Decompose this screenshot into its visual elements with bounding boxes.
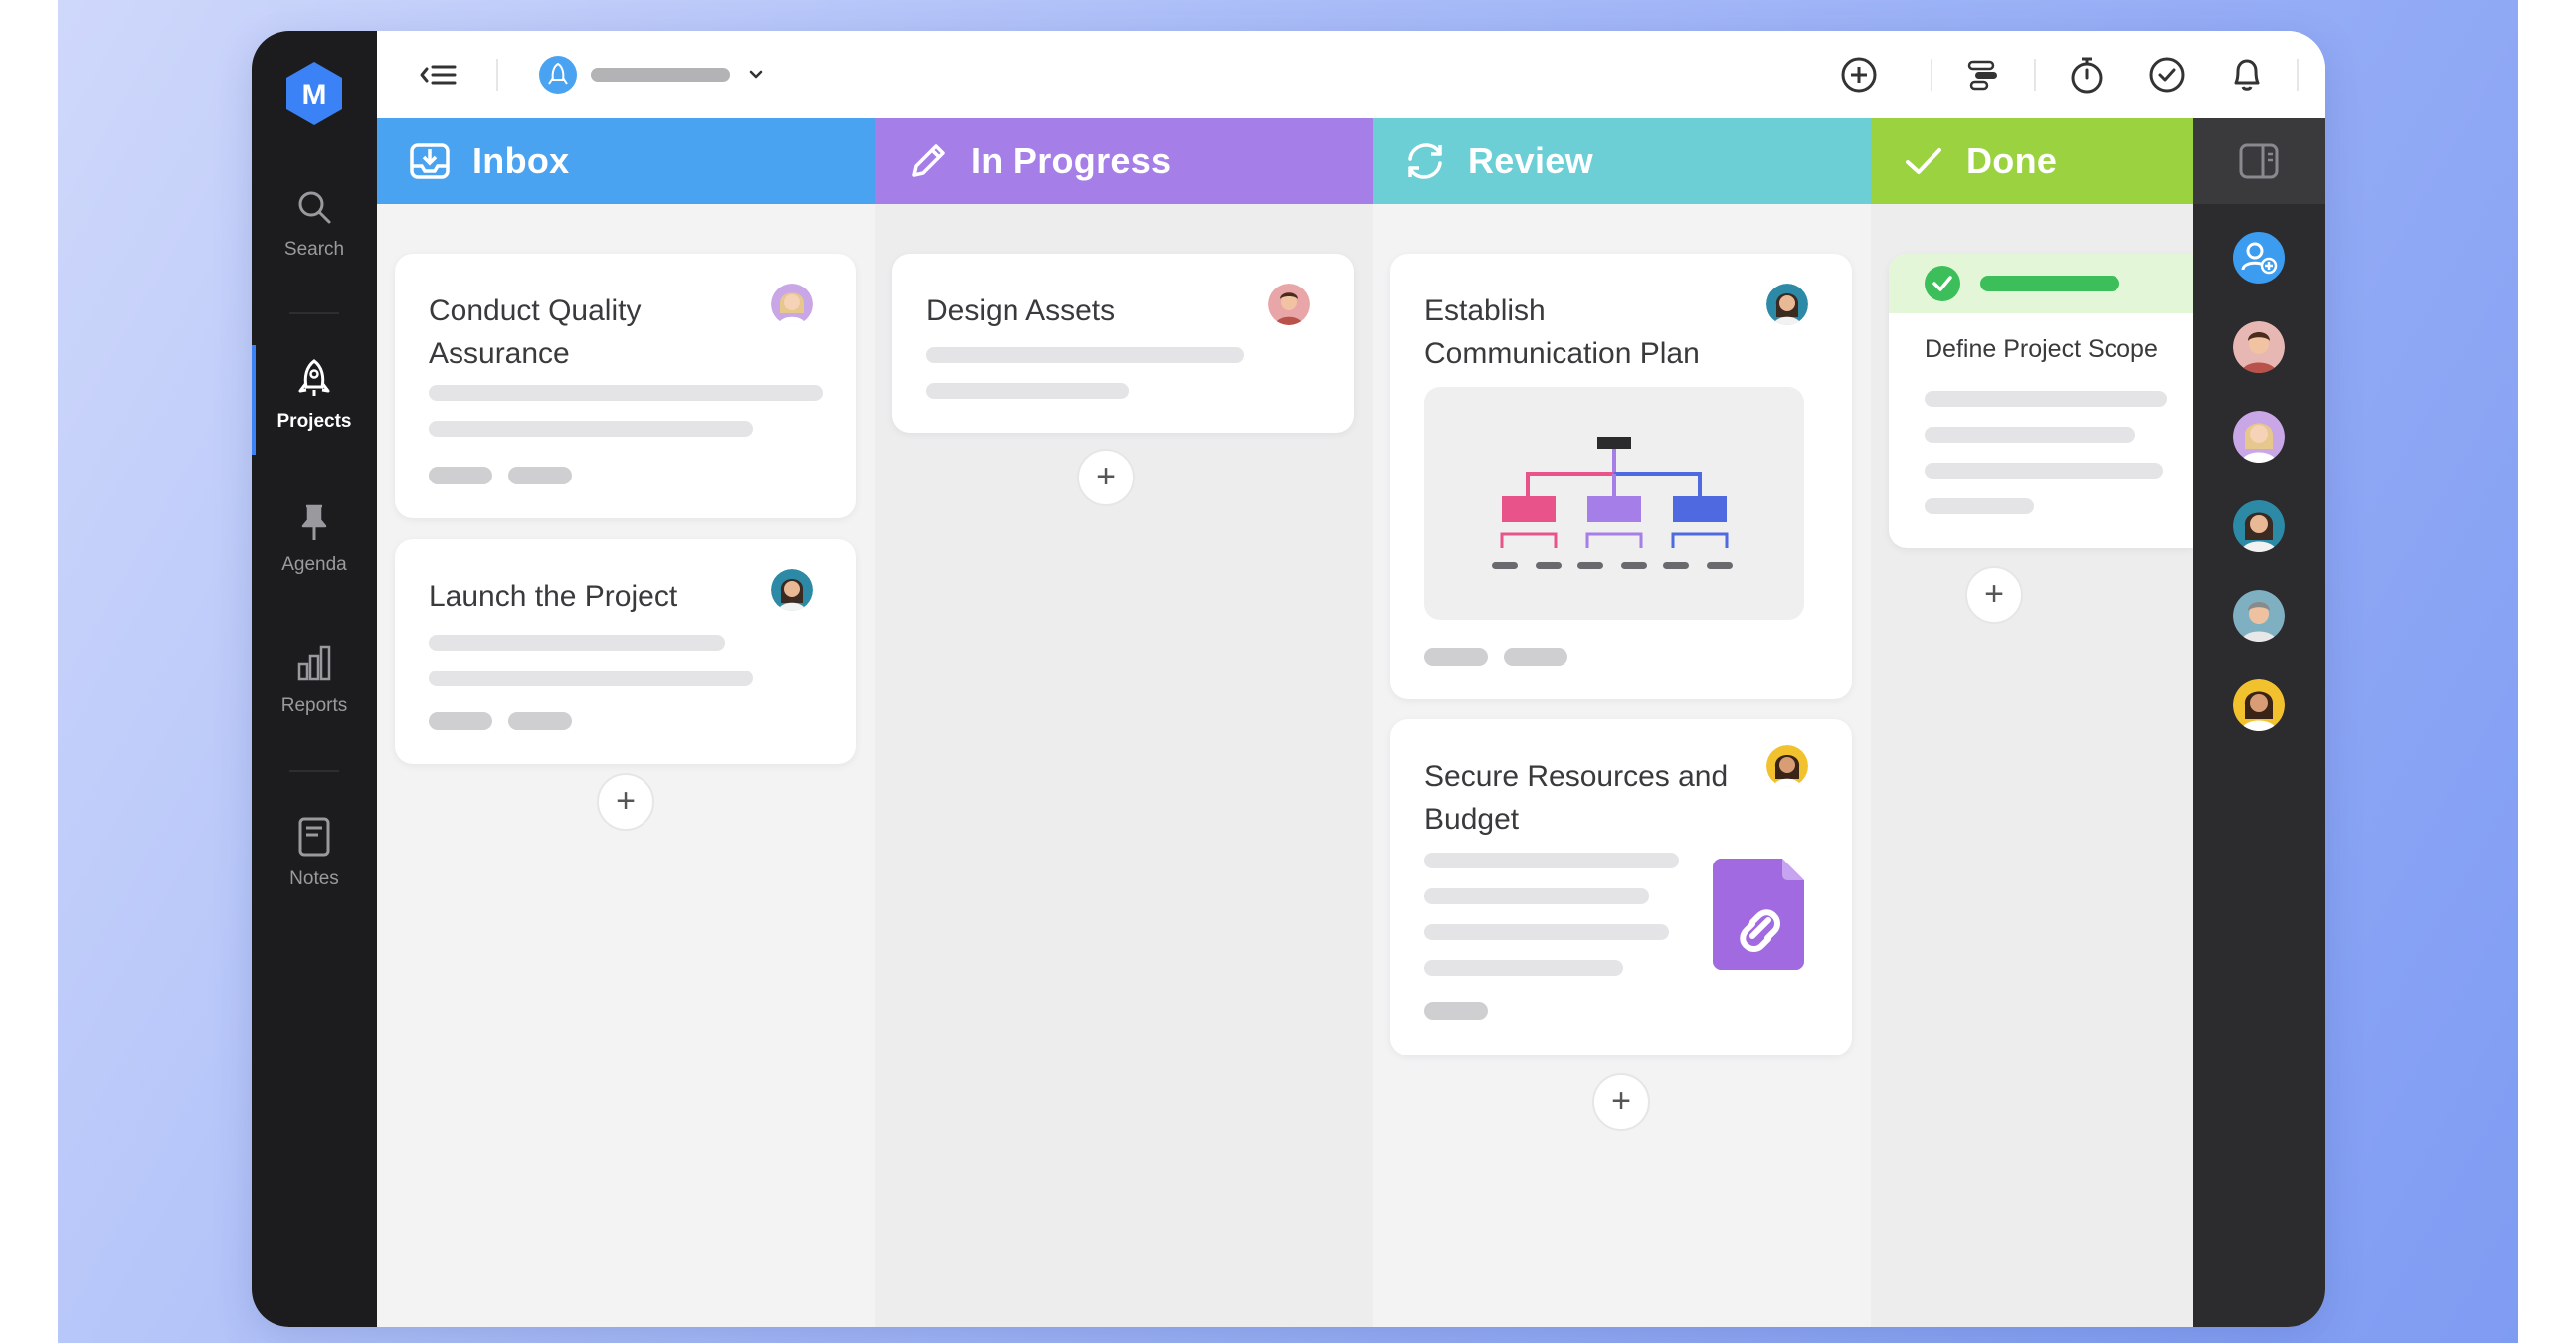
assignee-avatar[interactable] bbox=[771, 569, 813, 611]
toolbar-divider bbox=[496, 59, 498, 91]
bell-icon[interactable] bbox=[2225, 53, 2269, 96]
sidebar-item-label: Reports bbox=[280, 695, 348, 716]
add-card-button[interactable]: + bbox=[1965, 566, 2023, 624]
progress-bar bbox=[1980, 276, 2119, 291]
sidebar-divider bbox=[289, 312, 339, 314]
toolbar-divider bbox=[2297, 59, 2299, 91]
column-header-review[interactable]: Review bbox=[1373, 118, 1871, 204]
project-selector[interactable] bbox=[536, 53, 775, 96]
card-title: Establish Communication Plan bbox=[1424, 294, 1700, 370]
column-done: Define Project Scope + bbox=[1871, 204, 2193, 1327]
check-circle-icon[interactable] bbox=[2145, 53, 2189, 96]
team-member-avatar[interactable] bbox=[2230, 676, 2288, 734]
column-title: Review bbox=[1468, 140, 1593, 181]
collapse-menu-icon[interactable] bbox=[417, 53, 460, 96]
pin-icon bbox=[301, 504, 327, 540]
rocket-icon bbox=[298, 359, 330, 396]
sidebar-item-search[interactable]: Search bbox=[252, 185, 377, 261]
add-user-icon bbox=[2241, 242, 2278, 275]
add-card-button[interactable]: + bbox=[1592, 1073, 1650, 1131]
top-toolbar bbox=[377, 31, 2325, 118]
sidebar-item-label: Search bbox=[283, 239, 345, 260]
check-icon bbox=[1906, 148, 1941, 174]
sidebar-item-label: Notes bbox=[289, 868, 339, 889]
column-header-in-progress[interactable]: In Progress bbox=[875, 118, 1373, 204]
org-chart-preview bbox=[1424, 387, 1804, 620]
card-title: Define Project Scope bbox=[1925, 335, 2158, 363]
left-sidebar: M Search Projects Agenda Reports Notes bbox=[252, 31, 377, 1327]
sidebar-item-label: Agenda bbox=[281, 554, 347, 575]
column-header-done[interactable]: Done bbox=[1871, 118, 2193, 204]
column-header-inbox[interactable]: Inbox bbox=[377, 118, 875, 204]
svg-text:M: M bbox=[302, 79, 327, 111]
assignee-avatar[interactable] bbox=[771, 284, 813, 325]
add-card-button[interactable]: + bbox=[1077, 449, 1135, 506]
task-card-establish-communication-plan[interactable]: Establish Communication Plan bbox=[1390, 254, 1852, 699]
sidebar-divider bbox=[289, 770, 339, 772]
pencil-icon bbox=[912, 144, 945, 177]
task-card-define-project-scope[interactable]: Define Project Scope bbox=[1889, 254, 2193, 548]
sidebar-item-projects[interactable]: Projects bbox=[252, 357, 377, 433]
task-card-secure-resources-and-budget[interactable]: Secure Resources and Budget bbox=[1390, 719, 1852, 1055]
card-title: Conduct Quality Assurance bbox=[429, 294, 642, 370]
search-icon bbox=[298, 191, 331, 224]
add-member-button[interactable] bbox=[2230, 229, 2288, 287]
toolbar-divider bbox=[2034, 59, 2036, 91]
add-card-button[interactable]: + bbox=[597, 773, 654, 831]
column-title: Inbox bbox=[472, 140, 570, 181]
card-title: Launch the Project bbox=[429, 580, 678, 613]
sidebar-item-label: Projects bbox=[276, 411, 352, 432]
chevron-down-icon bbox=[749, 70, 763, 79]
completed-banner bbox=[1889, 254, 2193, 313]
note-icon bbox=[298, 817, 330, 857]
column-title: In Progress bbox=[971, 140, 1172, 181]
add-icon[interactable] bbox=[1837, 53, 1881, 96]
inbox-icon bbox=[410, 143, 450, 179]
column-title: Done bbox=[1966, 140, 2058, 181]
link-file-icon[interactable] bbox=[1713, 859, 1804, 970]
assignee-avatar[interactable] bbox=[1766, 745, 1808, 787]
assignee-avatar[interactable] bbox=[1766, 284, 1808, 325]
team-member-avatar[interactable] bbox=[2230, 408, 2288, 466]
app-window: M Search Projects Agenda Reports Notes I… bbox=[252, 31, 2325, 1327]
project-icon bbox=[539, 56, 577, 94]
task-card-launch-the-project[interactable]: Launch the Project bbox=[395, 539, 856, 764]
column-review: Establish Communication Plan Secure Reso… bbox=[1373, 204, 1871, 1327]
task-card-conduct-quality-assurance[interactable]: Conduct Quality Assurance bbox=[395, 254, 856, 518]
assignee-avatar[interactable] bbox=[1268, 284, 1310, 325]
timer-icon[interactable] bbox=[2065, 53, 2109, 96]
task-card-design-assets[interactable]: Design Assets bbox=[892, 254, 1354, 433]
team-member-avatar[interactable] bbox=[2230, 587, 2288, 645]
toolbar-divider bbox=[1931, 59, 1932, 91]
card-title: Secure Resources and Budget bbox=[1424, 760, 1729, 836]
bar-chart-icon bbox=[297, 645, 331, 681]
team-member-avatar[interactable] bbox=[2230, 497, 2288, 555]
card-title: Design Assets bbox=[926, 294, 1116, 327]
app-logo[interactable]: M bbox=[280, 60, 348, 127]
sidebar-item-reports[interactable]: Reports bbox=[252, 642, 377, 717]
sidebar-item-agenda[interactable]: Agenda bbox=[252, 500, 377, 576]
panel-toggle-icon[interactable] bbox=[2239, 143, 2279, 179]
refresh-icon bbox=[1408, 143, 1442, 179]
column-inbox: Conduct Quality Assurance Launch the Pro… bbox=[377, 204, 875, 1327]
check-circle-icon bbox=[1925, 266, 1960, 301]
sidebar-item-notes[interactable]: Notes bbox=[252, 815, 377, 890]
column-in-progress: Design Assets + bbox=[875, 204, 1373, 1327]
team-member-avatar[interactable] bbox=[2230, 318, 2288, 376]
team-panel-header bbox=[2193, 118, 2325, 204]
gantt-icon[interactable] bbox=[1961, 53, 2005, 96]
